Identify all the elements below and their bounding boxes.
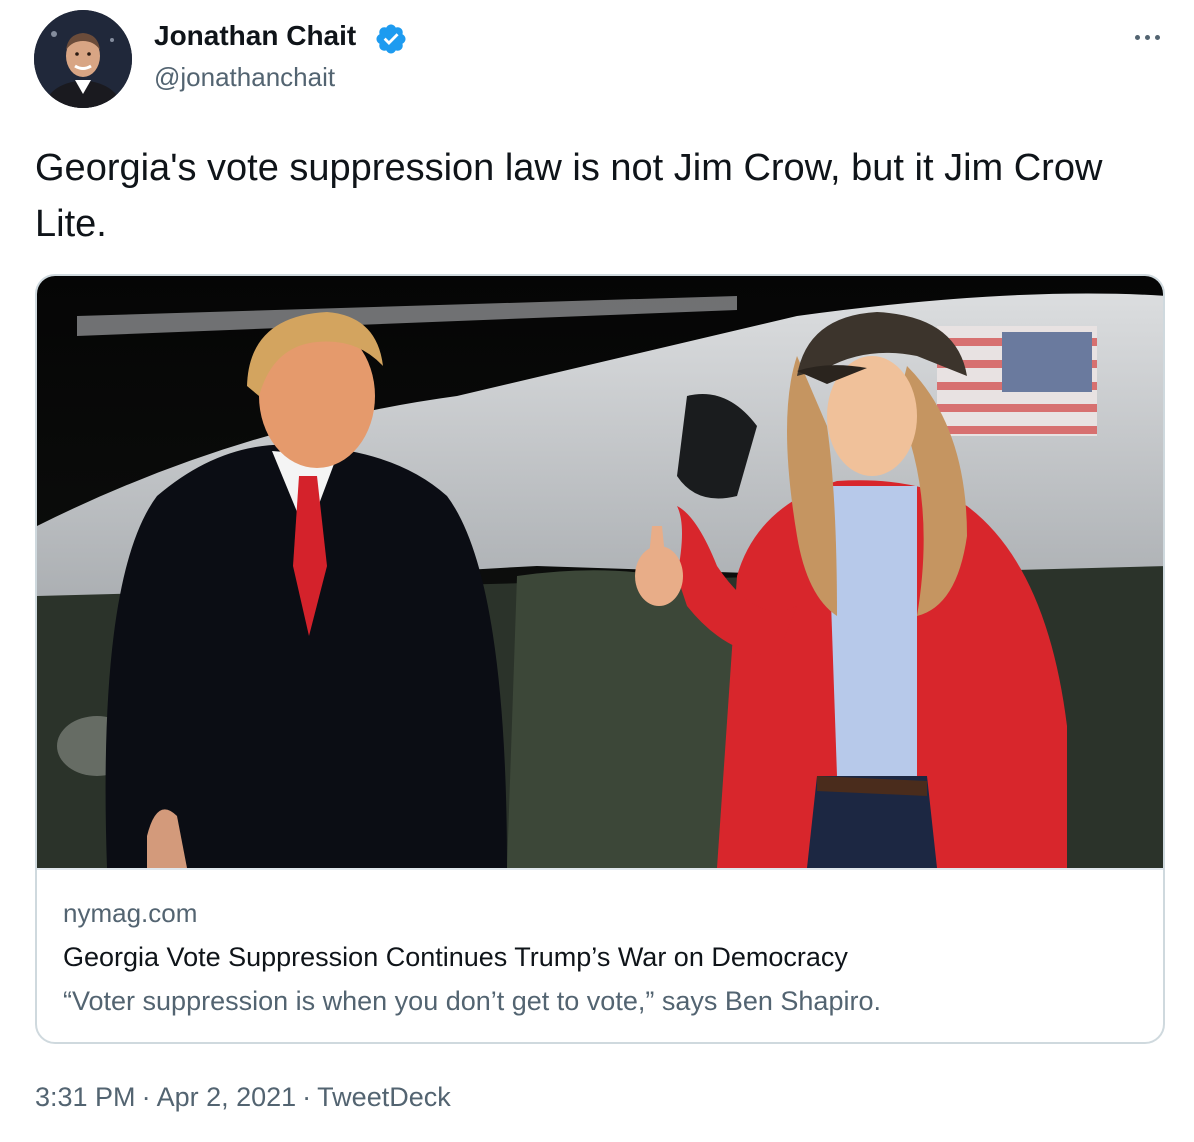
tweet-meta: 3:31 PM · Apr 2, 2021 · TweetDeck xyxy=(35,1082,451,1113)
tweet-date[interactable]: Apr 2, 2021 xyxy=(157,1082,297,1112)
card-image[interactable] xyxy=(37,276,1163,868)
card-description: “Voter suppression is when you don’t get… xyxy=(63,986,881,1016)
meta-separator: · xyxy=(141,1082,151,1112)
tweet-time[interactable]: 3:31 PM xyxy=(35,1082,136,1112)
author-name[interactable]: Jonathan Chait xyxy=(154,20,356,52)
more-horizontal-icon[interactable] xyxy=(1128,22,1166,52)
tweet-client[interactable]: TweetDeck xyxy=(317,1082,451,1112)
tweet: Jonathan Chait @jonathanchait Georgia's … xyxy=(0,0,1194,1142)
card-title[interactable]: Georgia Vote Suppression Continues Trump… xyxy=(63,942,848,973)
avatar-image xyxy=(34,10,132,108)
verified-badge-icon xyxy=(374,22,408,56)
card-divider xyxy=(37,868,1163,870)
meta-separator: · xyxy=(302,1082,312,1112)
tweet-text: Georgia's vote suppression law is not Ji… xyxy=(35,147,1103,245)
avatar[interactable] xyxy=(34,10,132,108)
link-card[interactable]: nymag.com Georgia Vote Suppression Conti… xyxy=(35,274,1165,1044)
author-handle[interactable]: @jonathanchait xyxy=(154,62,335,93)
card-domain: nymag.com xyxy=(63,898,198,928)
